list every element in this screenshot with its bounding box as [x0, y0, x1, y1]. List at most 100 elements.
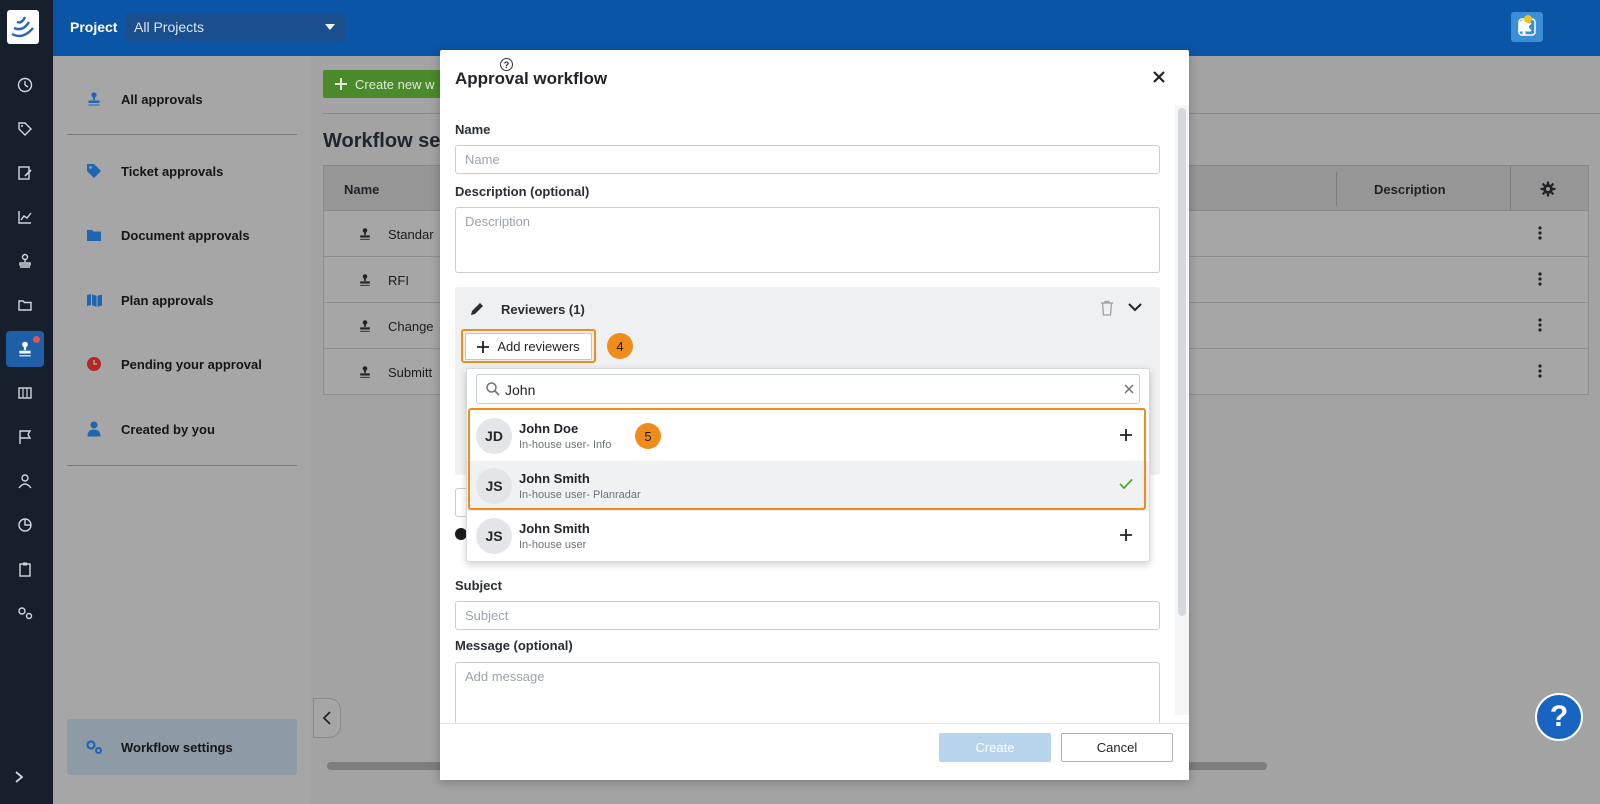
stamp-icon: [360, 274, 370, 286]
name-label: Name: [455, 122, 491, 137]
create-button[interactable]: Create: [939, 733, 1051, 762]
menu-item-label: All approvals: [121, 91, 203, 107]
step-badge-5: 5: [635, 423, 661, 449]
avatar: JD: [476, 418, 512, 454]
menu-pending-your-approval[interactable]: Pending your approval: [85, 350, 262, 378]
menu-item-label: Ticket approvals: [121, 163, 224, 179]
gear-icon[interactable]: [1540, 181, 1556, 197]
project-label: Project: [70, 19, 118, 35]
pencil-icon[interactable]: [469, 301, 485, 317]
menu-item-label: Created by you: [121, 421, 215, 437]
more-options-icon[interactable]: [1538, 226, 1542, 240]
checkmark-icon[interactable]: [1119, 478, 1133, 490]
row-name: Change: [388, 319, 434, 334]
reviewers-title: Reviewers (1): [501, 301, 585, 317]
chevron-down-icon[interactable]: [1128, 302, 1142, 312]
menu-created-by-you[interactable]: Created by you: [85, 415, 215, 443]
tag-icon: [87, 164, 101, 178]
create-button-label: Create new w: [355, 76, 435, 92]
subject-label: Subject: [455, 578, 502, 593]
reviewer-name: John Smith: [519, 471, 590, 486]
plus-icon: [335, 78, 347, 90]
menu-ticket-approvals[interactable]: Ticket approvals: [85, 157, 223, 185]
reviewer-subtitle: In-house user- Info: [519, 439, 612, 451]
notification-dot: [1524, 15, 1532, 23]
plus-icon[interactable]: [1119, 528, 1133, 542]
folder-icon: [87, 230, 101, 241]
stamp-icon: [88, 92, 100, 106]
rail-reports-icon[interactable]: [6, 507, 44, 543]
plus-icon[interactable]: [1119, 428, 1133, 442]
modal-title: Approval workflow: [455, 69, 608, 88]
add-reviewers-label: Add reviewers: [497, 339, 580, 354]
row-name: Standar: [388, 227, 434, 242]
reviewer-option[interactable]: JD John Doe In-house user- Info 5: [467, 411, 1149, 461]
menu-divider: [67, 465, 297, 466]
column-header-description[interactable]: Description: [1374, 182, 1446, 197]
map-icon: [86, 294, 102, 307]
more-options-icon[interactable]: [1538, 364, 1542, 378]
subject-input[interactable]: [455, 601, 1160, 630]
rail-settings-icon[interactable]: [6, 595, 44, 631]
rail-plans-icon[interactable]: [6, 375, 44, 411]
cancel-button[interactable]: Cancel: [1061, 733, 1173, 762]
reviewer-subtitle: In-house user- Planradar: [519, 489, 641, 501]
close-icon[interactable]: [1152, 70, 1166, 84]
column-header-name[interactable]: Name: [344, 182, 379, 197]
rail-approvals-icon[interactable]: [6, 331, 44, 367]
message-label: Message (optional): [455, 638, 573, 653]
row-name: Submitt: [388, 365, 433, 380]
reviewer-option-selected[interactable]: JS John Smith In-house user- Planradar: [467, 461, 1149, 511]
project-select[interactable]: All Projects: [125, 13, 345, 41]
project-select-value: All Projects: [134, 19, 205, 35]
clock-icon: [87, 357, 101, 371]
gears-icon: [86, 740, 102, 754]
trash-icon[interactable]: [1100, 300, 1114, 316]
menu-document-approvals[interactable]: Document approvals: [85, 221, 250, 249]
rail-clipboard-icon[interactable]: [6, 551, 44, 587]
menu-workflow-settings[interactable]: Workflow settings: [67, 719, 297, 775]
menu-divider: [67, 134, 297, 135]
notification-dot: [33, 336, 40, 343]
stamp-icon: [360, 320, 370, 332]
column-divider: [1336, 172, 1337, 206]
app-rail: [0, 0, 53, 804]
rail-users-icon[interactable]: [6, 463, 44, 499]
dropdown-caret-icon: [325, 24, 335, 30]
stamp-icon: [360, 366, 370, 378]
rail-documents-icon[interactable]: [6, 287, 44, 323]
description-label: Description (optional): [455, 184, 590, 199]
rail-forms-icon[interactable]: [6, 155, 44, 191]
collapse-sidebar-button[interactable]: [313, 698, 341, 738]
reviewers-header: Reviewers (1): [469, 301, 585, 317]
help-button[interactable]: ?: [1535, 693, 1583, 741]
more-options-icon[interactable]: [1538, 272, 1542, 286]
menu-item-label: Workflow settings: [121, 739, 233, 755]
name-input[interactable]: [455, 145, 1160, 174]
expand-chevron-icon[interactable]: [13, 770, 25, 784]
person-icon: [87, 421, 101, 437]
menu-all-approvals[interactable]: All approvals: [85, 85, 203, 113]
approvals-side-menu: All approvals Ticket approvals Document …: [53, 56, 311, 804]
rail-tickets-icon[interactable]: [6, 111, 44, 147]
rail-stamp-icon[interactable]: [6, 243, 44, 279]
add-reviewers-button[interactable]: Add reviewers: [465, 333, 592, 360]
stamp-icon: [360, 228, 370, 240]
step-badge-4: 4: [607, 333, 633, 359]
menu-item-label: Document approvals: [121, 227, 250, 243]
more-options-icon[interactable]: [1538, 318, 1542, 332]
reviewer-search-input[interactable]: [505, 380, 1105, 400]
modal-scrollbar[interactable]: [1178, 108, 1186, 616]
create-new-workflow-button[interactable]: Create new w: [323, 70, 443, 98]
menu-plan-approvals[interactable]: Plan approvals: [85, 286, 213, 314]
reviewer-search-dropdown: JD John Doe In-house user- Info 5 JS Joh…: [466, 368, 1150, 562]
rail-dashboard-icon[interactable]: [6, 67, 44, 103]
reviewer-option[interactable]: JS John Smith In-house user: [467, 511, 1149, 561]
rail-flag-icon[interactable]: [6, 419, 44, 455]
message-input[interactable]: [455, 662, 1160, 728]
planradar-logo-icon[interactable]: [7, 10, 39, 44]
description-input[interactable]: [455, 207, 1160, 273]
avatar: JS: [476, 518, 512, 554]
rail-statistics-icon[interactable]: [6, 199, 44, 235]
clear-search-icon[interactable]: [1124, 384, 1134, 394]
